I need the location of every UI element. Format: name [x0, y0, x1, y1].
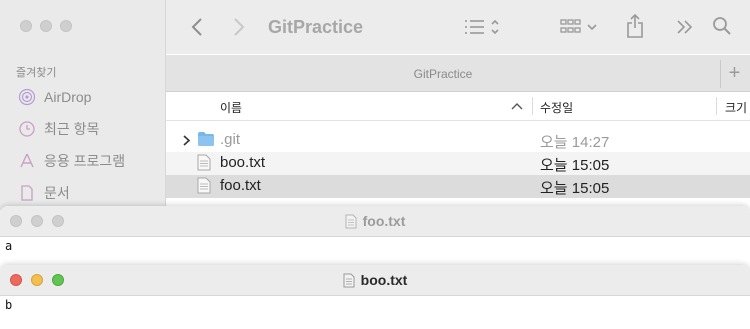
sidebar-item-documents[interactable]: 문서 — [18, 181, 70, 205]
file-row-git[interactable]: .git 오늘 14:27 — [166, 129, 750, 152]
file-name: .git — [220, 131, 241, 148]
more-icon[interactable] — [676, 19, 694, 35]
file-name: foo.txt — [220, 177, 261, 194]
sidebar-item-label: 문서 — [44, 185, 70, 201]
column-header: 이름 수정일 크기 — [166, 92, 750, 121]
sidebar-item-applications[interactable]: 응용 프로그램 — [18, 149, 125, 173]
sidebar-item-label: 응용 프로그램 — [44, 153, 126, 169]
file-row-boo[interactable]: boo.txt 오늘 15:05 — [166, 152, 750, 175]
tab-title[interactable]: GitPractice — [166, 67, 720, 81]
window-title-group: foo.txt — [0, 213, 750, 229]
clock-icon — [19, 121, 35, 137]
window-title-group: boo.txt — [0, 272, 750, 288]
airdrop-icon — [18, 88, 36, 106]
close-button[interactable] — [20, 20, 32, 32]
new-tab-button[interactable]: + — [720, 60, 748, 88]
list-view-icon[interactable] — [464, 17, 504, 37]
column-divider[interactable] — [532, 97, 533, 115]
zoom-button[interactable] — [60, 20, 72, 32]
title-bar[interactable]: boo.txt — [0, 265, 750, 296]
file-name: boo.txt — [220, 154, 266, 171]
group-icon[interactable] — [560, 17, 604, 37]
text-file-icon — [197, 177, 211, 194]
file-date: 오늘 15:05 — [540, 157, 610, 174]
window-title: foo.txt — [362, 213, 406, 229]
boo-text-window: boo.txt b — [0, 265, 750, 329]
text-file-icon — [345, 214, 357, 229]
document-content[interactable]: b — [5, 298, 12, 312]
minimize-button[interactable] — [40, 20, 52, 32]
back-icon[interactable] — [190, 17, 204, 37]
sidebar-item-label: 최근 항목 — [44, 121, 100, 137]
column-date[interactable]: 수정일 — [540, 99, 573, 116]
toolbar: GitPractice — [166, 0, 750, 54]
sidebar-item-airdrop[interactable]: AirDrop — [18, 85, 91, 109]
text-file-icon — [343, 273, 355, 288]
folder-icon — [198, 132, 214, 146]
sort-ascending-icon[interactable] — [511, 102, 523, 110]
file-row-foo[interactable]: foo.txt 오늘 15:05 — [166, 175, 750, 198]
document-icon — [21, 185, 33, 201]
forward-icon[interactable] — [232, 17, 246, 37]
sidebar: 즐겨찾기 AirDrop 최근 항목 응용 프로그램 문서 — [0, 0, 166, 210]
column-name[interactable]: 이름 — [220, 99, 242, 116]
file-date: 오늘 14:27 — [540, 134, 610, 151]
column-size[interactable]: 크기 — [725, 99, 747, 116]
text-file-icon — [197, 154, 211, 171]
search-icon[interactable] — [712, 16, 732, 38]
title-bar[interactable]: foo.txt — [0, 206, 750, 237]
sidebar-item-label: AirDrop — [44, 89, 92, 105]
document-content[interactable]: a — [5, 239, 12, 253]
share-icon[interactable] — [626, 13, 644, 39]
column-divider[interactable] — [716, 97, 717, 115]
sidebar-heading: 즐겨찾기 — [16, 67, 57, 79]
disclosure-chevron-icon[interactable] — [183, 135, 191, 146]
window-title: GitPractice — [268, 17, 364, 37]
applications-icon — [20, 153, 34, 168]
file-date: 오늘 15:05 — [540, 180, 610, 197]
tab-bar: GitPractice + — [166, 55, 750, 92]
sidebar-item-recents[interactable]: 최근 항목 — [18, 117, 99, 141]
window-title: boo.txt — [360, 272, 408, 288]
